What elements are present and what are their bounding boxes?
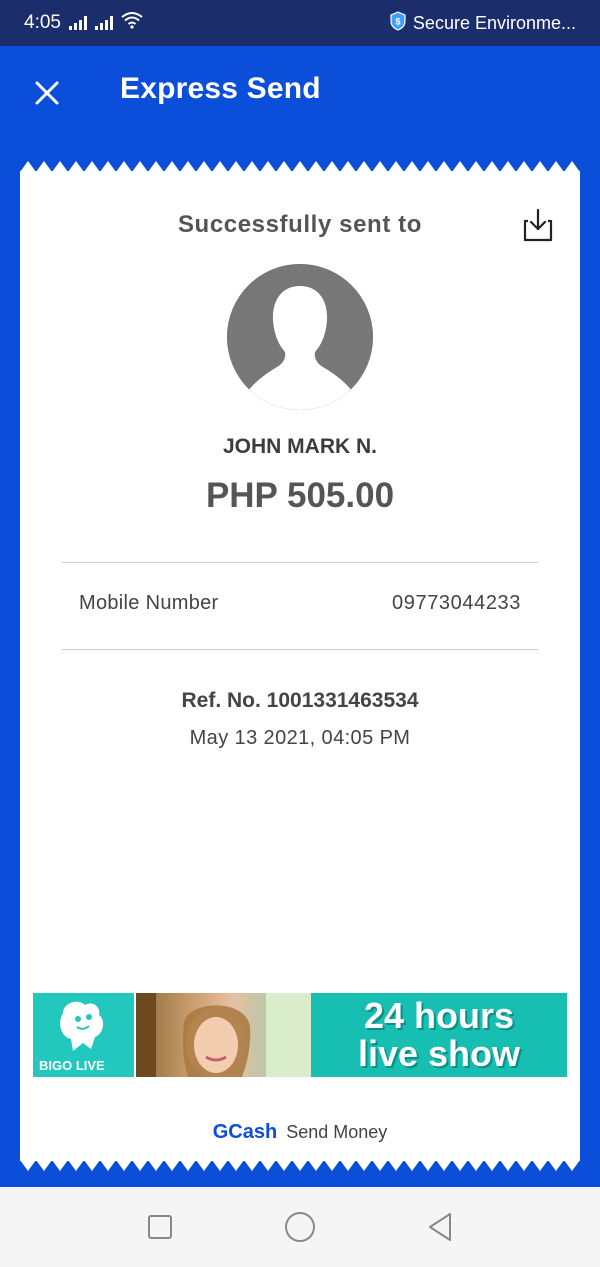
- close-button[interactable]: [30, 76, 64, 110]
- ad-logo: BIGO LIVE: [33, 993, 136, 1077]
- gcash-logo-text: GCash: [212, 1121, 278, 1143]
- ad-photo: [136, 993, 311, 1077]
- status-bar: 4:05 $ Secure Environme...: [0, 0, 600, 46]
- divider: [62, 649, 538, 650]
- ad-logo-text: BIGO LIVE: [39, 1058, 105, 1073]
- close-icon: [35, 81, 59, 105]
- reference-number: Ref. No. 1001331463534: [181, 689, 419, 712]
- mobile-number-label: Mobile Number: [79, 592, 219, 614]
- ad-headline-1: 24 hours: [363, 995, 515, 1036]
- amount: PHP 505.00: [205, 476, 395, 515]
- mobile-number-value: 09773044233: [392, 592, 521, 614]
- ad-person-image: [136, 993, 311, 1077]
- circle-icon: [285, 1212, 315, 1242]
- bigo-mascot-icon: [60, 1001, 104, 1051]
- nav-home-button[interactable]: [280, 1207, 320, 1247]
- user-silhouette-icon: [227, 264, 373, 410]
- footer-text: Send Money: [286, 1122, 388, 1142]
- signal-icon-2: [94, 16, 113, 30]
- system-nav-bar: [0, 1187, 600, 1267]
- ad-banner[interactable]: BIGO LIVE 24 hours live show: [33, 993, 567, 1077]
- signal-icon: [68, 16, 87, 30]
- transaction-date: May 13 2021, 04:05 PM: [189, 727, 411, 749]
- shield-icon: $: [389, 10, 407, 36]
- receipt-zigzag-top: [20, 161, 580, 172]
- ad-text-area: 24 hours live show: [311, 993, 567, 1077]
- nav-recent-button[interactable]: [140, 1207, 180, 1247]
- square-icon: [148, 1215, 172, 1239]
- footer-brand: GCash Send Money: [20, 1121, 580, 1144]
- receipt-zigzag-bottom: [20, 1160, 580, 1171]
- page-title: Express Send: [120, 72, 321, 105]
- ad-headline-2: live show: [357, 1033, 521, 1074]
- nav-back-button[interactable]: [420, 1207, 460, 1247]
- divider: [62, 562, 538, 563]
- status-right: $ Secure Environme...: [389, 10, 576, 36]
- download-icon: [523, 208, 553, 242]
- status-time: 4:05: [24, 12, 61, 33]
- triangle-back-icon: [429, 1213, 451, 1241]
- receipt-body: Successfully sent to JOHN MARK N. PHP 50…: [20, 171, 580, 1161]
- svg-text:$: $: [395, 16, 400, 26]
- wifi-icon: [121, 11, 143, 35]
- recipient-name: JOHN MARK N.: [222, 435, 377, 458]
- status-left: 4:05: [24, 11, 143, 35]
- app-header: Express Send: [0, 46, 600, 140]
- download-button[interactable]: [520, 207, 556, 243]
- avatar: [227, 264, 373, 410]
- secure-environment-text: Secure Environme...: [412, 12, 576, 33]
- receipt-card: Successfully sent to JOHN MARK N. PHP 50…: [20, 158, 580, 1174]
- success-label: Successfully sent to: [177, 211, 423, 238]
